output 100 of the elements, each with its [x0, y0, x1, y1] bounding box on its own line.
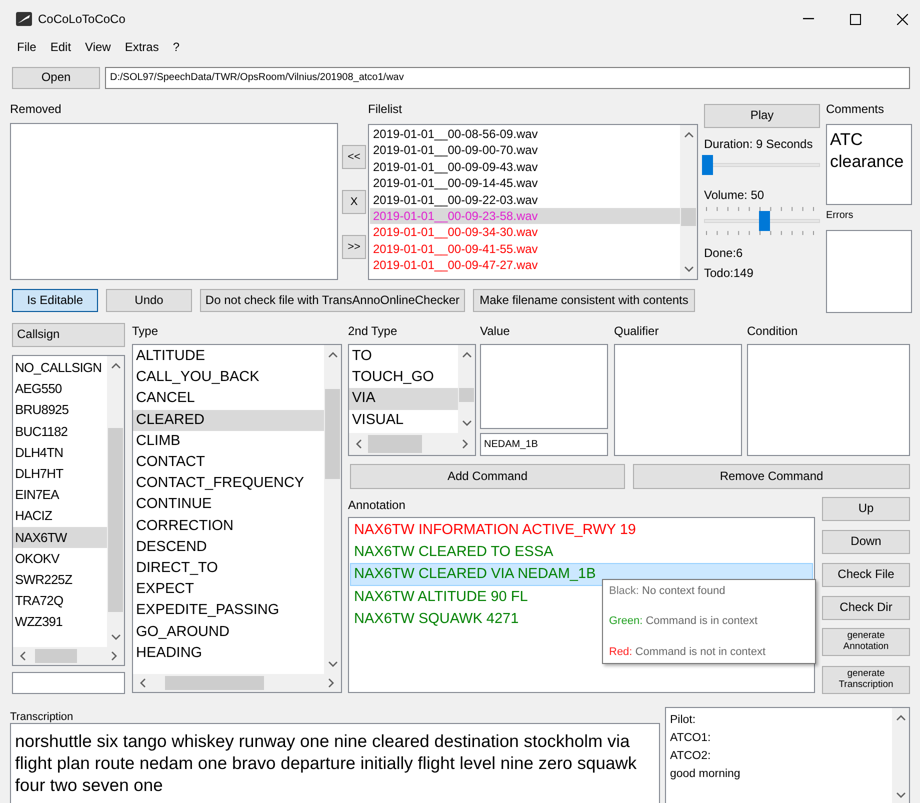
horizontal-scrollbar[interactable]: [13, 647, 124, 665]
comments-box[interactable]: ATC clearance: [826, 124, 912, 205]
scrollbar-thumb[interactable]: [35, 649, 77, 663]
horizontal-scrollbar[interactable]: [349, 433, 475, 455]
scrollbar-thumb[interactable]: [108, 428, 123, 612]
list-item[interactable]: VISUAL: [349, 410, 458, 431]
scroll-left-icon[interactable]: [355, 439, 363, 449]
scroll-down-icon[interactable]: [462, 419, 472, 427]
scroll-up-icon[interactable]: [896, 714, 906, 722]
slider-thumb[interactable]: [759, 211, 770, 231]
list-item[interactable]: CORRECTION: [133, 516, 324, 537]
scroll-up-icon[interactable]: [110, 362, 120, 370]
scroll-down-icon[interactable]: [684, 265, 694, 273]
scrollbar-thumb[interactable]: [368, 435, 422, 453]
vertical-scrollbar[interactable]: [892, 708, 909, 803]
filename-row[interactable]: 2019-01-01__00-09-41-55.wav: [370, 240, 680, 258]
value-field[interactable]: NEDAM_1B: [480, 433, 608, 456]
list-item[interactable]: AEG550: [13, 378, 107, 400]
scroll-up-icon[interactable]: [328, 351, 338, 359]
scroll-right-icon[interactable]: [327, 678, 335, 688]
callsign-input[interactable]: [12, 672, 125, 694]
horizontal-scrollbar[interactable]: [133, 674, 341, 692]
list-item[interactable]: TOUCH_GO: [349, 367, 458, 388]
path-field[interactable]: D:/SOL97/SpeechData/TWR/OpsRoom/Vilnius/201908_atco1/wav: [105, 67, 910, 89]
second-type-list[interactable]: TO TOUCH_GO VIA VISUAL: [348, 344, 476, 456]
side-button[interactable]: generate Transcription: [822, 666, 910, 694]
menu-item[interactable]: Extras: [118, 38, 166, 58]
qualifier-list[interactable]: [614, 344, 742, 456]
list-item[interactable]: DIRECT_TO: [133, 558, 324, 580]
scroll-up-icon[interactable]: [462, 351, 472, 359]
action-button[interactable]: Is Editable: [12, 289, 98, 312]
speaker-box[interactable]: Pilot: ATCO1: ATCO2: good morning: [665, 707, 910, 803]
vertical-scrollbar[interactable]: [458, 345, 475, 433]
move-button[interactable]: <<: [342, 145, 366, 169]
scroll-right-icon[interactable]: [110, 651, 118, 661]
filename-row[interactable]: 2019-01-01__00-09-47-27.wav: [370, 257, 680, 274]
list-item[interactable]: NAX6TW: [13, 526, 107, 548]
list-item[interactable]: CONTACT_FREQUENCY: [133, 473, 324, 494]
command-button[interactable]: Remove Command: [633, 464, 910, 489]
list-item[interactable]: CONTINUE: [133, 494, 324, 516]
scroll-up-icon[interactable]: [684, 131, 694, 139]
annotation-box[interactable]: [348, 517, 815, 693]
filename-row[interactable]: 2019-01-01__00-09-00-70.wav: [370, 142, 680, 159]
list-item[interactable]: EIN7EA: [13, 484, 107, 506]
side-button[interactable]: Up: [822, 497, 910, 521]
list-item[interactable]: EXPECT: [133, 579, 324, 600]
list-item[interactable]: SWR225Z: [13, 569, 107, 590]
scroll-down-icon[interactable]: [328, 660, 338, 668]
scrollbar-thumb[interactable]: [165, 676, 264, 690]
list-item[interactable]: CALL_YOU_BACK: [133, 367, 324, 388]
filename-row[interactable]: 2019-01-01__00-09-14-45.wav: [370, 175, 680, 192]
minimize-icon[interactable]: [803, 18, 814, 20]
callsign-list[interactable]: NO_CALLSIGN AEG550 BRU8925 BUC1182 DLH4TN DLH7HT EIN7EA HACIZ NAX6TW OKOKV SWR225Z TRA72Q WZZ391: [12, 355, 125, 666]
annotation-item[interactable]: NAX6TW CLEARED TO ESSA: [350, 541, 813, 564]
list-item[interactable]: HEADING: [133, 642, 324, 664]
side-button[interactable]: Check File: [822, 563, 910, 587]
list-item[interactable]: EXPEDITE_PASSING: [133, 600, 324, 622]
scrollbar-thumb[interactable]: [681, 208, 696, 226]
condition-box[interactable]: [747, 344, 910, 456]
side-button[interactable]: Check Dir: [822, 596, 910, 620]
transcription-box[interactable]: norshuttle six tango whiskey runway one nine cleared destination stockholm via flight plan route nedam one bravo departure initially flight level nine zero squawk four two seven one: [10, 723, 660, 803]
filename-row[interactable]: 2019-01-01__00-09-22-03.wav: [370, 192, 680, 208]
list-item[interactable]: DLH7HT: [13, 463, 107, 484]
menu-item[interactable]: Edit: [43, 38, 78, 58]
list-item[interactable]: CONTACT: [133, 452, 324, 474]
play-button[interactable]: Play: [704, 104, 820, 128]
list-item[interactable]: WZZ391: [13, 611, 107, 633]
filename-row[interactable]: 2019-01-01__00-08-56-09.wav: [370, 126, 680, 142]
scroll-left-icon[interactable]: [19, 651, 27, 661]
action-button[interactable]: Make filename consistent with contents: [473, 289, 695, 312]
filelist-box[interactable]: [368, 124, 698, 280]
scroll-down-icon[interactable]: [110, 633, 120, 641]
list-item[interactable]: TO: [349, 346, 458, 368]
scroll-left-icon[interactable]: [139, 678, 147, 688]
slider[interactable]: [704, 211, 820, 231]
filename-row[interactable]: 2019-01-01__00-09-34-30.wav: [370, 224, 680, 241]
slider-thumb[interactable]: [702, 155, 714, 175]
callsign-button[interactable]: Callsign: [12, 323, 125, 347]
maximize-icon[interactable]: [850, 14, 861, 24]
move-button[interactable]: X: [342, 190, 366, 214]
command-button[interactable]: Add Command: [350, 464, 625, 489]
vertical-scrollbar[interactable]: [107, 356, 124, 647]
list-item[interactable]: DESCEND: [133, 536, 324, 558]
type-list[interactable]: ALTITUDE CALL_YOU_BACK CANCEL CLEARED CLIMB CONTACT CONTACT_FREQUENCY CONTINUE CORRECTION DESCEND DIRECT_TO EXPECT EXPEDITE_PASSING GO_AROUND HEADING: [132, 344, 342, 693]
menu-item[interactable]: View: [78, 38, 118, 58]
list-item[interactable]: BRU8925: [13, 399, 107, 421]
annotation-item[interactable]: NAX6TW INFORMATION ACTIVE_RWY 19: [350, 519, 813, 542]
menu-item[interactable]: File: [10, 38, 44, 58]
scroll-down-icon[interactable]: [896, 791, 906, 799]
list-item[interactable]: CLIMB: [133, 430, 324, 452]
list-item[interactable]: CLEARED: [133, 410, 324, 431]
open-button[interactable]: Open: [12, 67, 100, 89]
menu-item[interactable]: ?: [166, 38, 187, 58]
scroll-right-icon[interactable]: [461, 439, 469, 449]
vertical-scrollbar[interactable]: [324, 345, 341, 674]
list-item[interactable]: GO_AROUND: [133, 622, 324, 643]
slider[interactable]: [704, 155, 820, 175]
action-button[interactable]: Do not check file with TransAnnoOnlineChecker: [200, 289, 465, 312]
side-button[interactable]: generate Annotation: [822, 628, 910, 656]
list-item[interactable]: DLH4TN: [13, 442, 107, 464]
